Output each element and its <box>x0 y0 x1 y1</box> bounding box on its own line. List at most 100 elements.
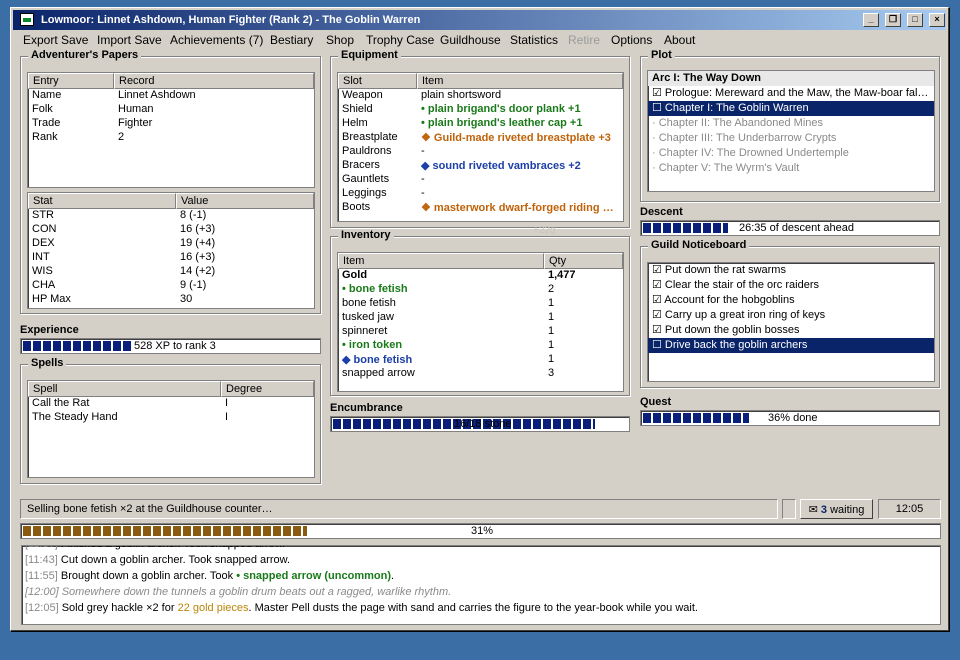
stat-row[interactable]: WIS 14 (+2) <box>28 265 314 279</box>
spell-rows: Call the Rat I The Steady Hand I <box>28 397 314 425</box>
equipment-row[interactable]: Bracers ◆ sound riveted vambraces +2 <box>338 159 623 173</box>
menu-trophy-case[interactable]: Trophy Case <box>366 33 434 47</box>
equipment-row[interactable]: Pauldrons - <box>338 145 623 159</box>
equipment-row[interactable]: Shield • plain brigand's door plank +1 <box>338 103 623 117</box>
equipment-item: ◆ sound riveted vambraces +2 <box>421 160 581 172</box>
plot-chapter-item[interactable]: · Chapter II: The Abandoned Mines <box>648 116 934 131</box>
stat-row[interactable]: STR 8 (-1) <box>28 209 314 223</box>
equipment-row[interactable]: Gauntlets - <box>338 173 623 187</box>
plot-arc-title[interactable]: Arc I: The Way Down <box>648 71 934 86</box>
plot-chapter-item[interactable]: · Chapter V: The Wyrm's Vault <box>648 161 934 176</box>
mail-waiting-button[interactable]: ✉ 3 waiting <box>800 499 873 519</box>
spells-table[interactable]: Spell Degree Call the Rat I The Steady Han… <box>27 380 315 478</box>
plot-list[interactable]: Arc I: The Way Down ☑ Prologue: Mereward… <box>647 70 935 192</box>
menu-statistics[interactable]: Statistics <box>510 33 558 47</box>
stat-column-header[interactable]: Stat <box>28 193 176 209</box>
plot-chapter-item[interactable]: ☐ Chapter I: The Goblin Warren <box>648 101 934 116</box>
task-progress-fill <box>23 526 307 536</box>
noticeboard-item[interactable]: ☐ Drive back the goblin archers <box>648 338 934 353</box>
menu-achievements[interactable]: Achievements (7) <box>170 33 263 47</box>
slot-column-header[interactable]: Slot <box>338 73 417 89</box>
entry-column-header[interactable]: Entry <box>28 73 114 89</box>
inventory-row[interactable]: snapped arrow 3 <box>338 367 623 381</box>
inventory-qty: 2 <box>548 283 555 295</box>
maximize-button[interactable]: □ <box>907 13 923 27</box>
stat-rows: STR 8 (-1) CON 16 (+3) DEX 19 (+4) INT 16 (+3) W… <box>28 209 314 307</box>
log-entry: [12:05] Sold grey hackle ×2 for 22 gold … <box>25 602 698 614</box>
encumbrance-text: 16/18 stone <box>454 418 512 430</box>
noticeboard-item[interactable]: ☑ Put down the goblin bosses <box>648 323 934 338</box>
plot-chapter-item[interactable]: · Chapter III: The Underbarrow Crypts <box>648 131 934 146</box>
inventory-row[interactable]: tusked jaw 1 <box>338 311 623 325</box>
restore-button[interactable]: ❐ <box>885 13 901 27</box>
equipment-row[interactable]: Weapon plain shortsword <box>338 89 623 103</box>
menu-about[interactable]: About <box>664 33 695 47</box>
spell-row[interactable]: Call the Rat I <box>28 397 314 411</box>
equipment-table[interactable]: Slot Item Weapon plain shortsword Shield • … <box>337 72 624 222</box>
equipment-row[interactable]: Breastplate ❖ Guild-made riveted breastpl… <box>338 131 623 145</box>
record-column-header[interactable]: Record <box>114 73 314 89</box>
menu-export-save[interactable]: Export Save <box>23 33 88 47</box>
stat-row[interactable]: CHA 9 (-1) <box>28 279 314 293</box>
spell-name: The Steady Hand <box>32 411 118 423</box>
menu-bar: Export Save Import Save Achievements (7)… <box>13 31 946 49</box>
inventory-row[interactable]: bone fetish 1 <box>338 297 623 311</box>
stat-row[interactable]: DEX 19 (+4) <box>28 237 314 251</box>
inventory-row[interactable]: Gold 1,477 <box>338 269 623 283</box>
spells-table-header: Spell Degree <box>28 381 314 397</box>
menu-import-save[interactable]: Import Save <box>97 33 162 47</box>
stat-table-header: Stat Value <box>28 193 314 209</box>
inventory-row[interactable]: • bone fetish 2 <box>338 283 623 297</box>
inventory-row[interactable]: • iron token 1 <box>338 339 623 353</box>
window-title: Lowmoor: Linnet Ashdown, Human Fighter (… <box>41 14 421 26</box>
entry-row[interactable]: Rank 2 <box>28 131 314 145</box>
menu-options[interactable]: Options <box>611 33 652 47</box>
title-bar[interactable]: Lowmoor: Linnet Ashdown, Human Fighter (… <box>13 10 946 30</box>
log-entry: [11:43] Cut down a goblin archer. Took s… <box>25 554 290 566</box>
stat-row[interactable]: CON 16 (+3) <box>28 223 314 237</box>
stat-table[interactable]: Stat Value STR 8 (-1) CON 16 (+3) DEX 19 (+4)… <box>27 192 315 309</box>
value-column-header[interactable]: Value <box>176 193 314 209</box>
stat-name: CON <box>32 223 57 235</box>
inventory-row[interactable]: spinneret 1 <box>338 325 623 339</box>
minimize-button[interactable]: _ <box>863 13 879 27</box>
menu-shop[interactable]: Shop <box>326 33 354 47</box>
close-button[interactable]: × <box>929 13 945 27</box>
noticeboard-list[interactable]: ☑ Put down the rat swarms ☑ Clear the sta… <box>647 262 935 382</box>
entry-row[interactable]: Folk Human <box>28 103 314 117</box>
equipment-row[interactable]: Leggings - <box>338 187 623 201</box>
noticeboard-item[interactable]: ☑ Clear the stair of the orc raiders <box>648 278 934 293</box>
stat-row[interactable]: INT 16 (+3) <box>28 251 314 265</box>
equipment-row[interactable]: Boots ❖ masterwork dwarf-forged riding … <box>338 201 623 215</box>
entry-value: 2 <box>118 131 125 143</box>
noticeboard-item[interactable]: ☑ Put down the rat swarms <box>648 263 934 278</box>
equipment-row[interactable]: Helm • plain brigand's leather cap +1 <box>338 117 623 131</box>
noticeboard-item[interactable]: ☑ Account for the hobgoblins <box>648 293 934 308</box>
inventory-item-column-header[interactable]: Item <box>338 253 544 269</box>
equipment-item: - <box>421 173 425 185</box>
entry-row[interactable]: Trade Fighter <box>28 117 314 131</box>
equipment-group: Equipment Slot Item Weapon plain shortswo… <box>330 49 630 236</box>
menu-guildhouse[interactable]: Guildhouse <box>440 33 501 47</box>
spell-column-header[interactable]: Spell <box>28 381 221 397</box>
menu-bestiary[interactable]: Bestiary <box>270 33 313 47</box>
plot-chapter-item[interactable]: · Chapter IV: The Drowned Undertemple <box>648 146 934 161</box>
stat-row[interactable]: HP Max 30 <box>28 293 314 307</box>
entry-rows: Name Linnet Ashdown Folk Human Trade Fighter R… <box>28 89 314 145</box>
clock-pane: 12:05 <box>878 499 941 519</box>
plot-chapter-item[interactable]: ☑ Prologue: Mereward and the Maw, the Ma… <box>648 86 934 101</box>
log-timestamp: [11:3?] <box>25 546 58 550</box>
inventory-row[interactable]: ◆ bone fetish 1 <box>338 353 623 367</box>
spell-row[interactable]: The Steady Hand I <box>28 411 314 425</box>
equipment-item: • plain brigand's door plank +1 <box>421 103 581 115</box>
app-icon <box>20 13 34 26</box>
item-column-header[interactable]: Item <box>417 73 623 89</box>
degree-column-header[interactable]: Degree <box>221 381 314 397</box>
entry-row[interactable]: Name Linnet Ashdown <box>28 89 314 103</box>
event-log[interactable]: [11:3?] Finished a goblin archer. Took s… <box>21 545 941 625</box>
inventory-table[interactable]: Item Qty Gold 1,477 • bone fetish 2 bone fet… <box>337 252 624 392</box>
entry-table[interactable]: Entry Record Name Linnet Ashdown Folk Human… <box>27 72 315 188</box>
noticeboard-item[interactable]: ☑ Carry up a great iron ring of keys <box>648 308 934 323</box>
equipment-rows: Weapon plain shortsword Shield • plain brig… <box>338 89 623 215</box>
qty-column-header[interactable]: Qty <box>544 253 623 269</box>
